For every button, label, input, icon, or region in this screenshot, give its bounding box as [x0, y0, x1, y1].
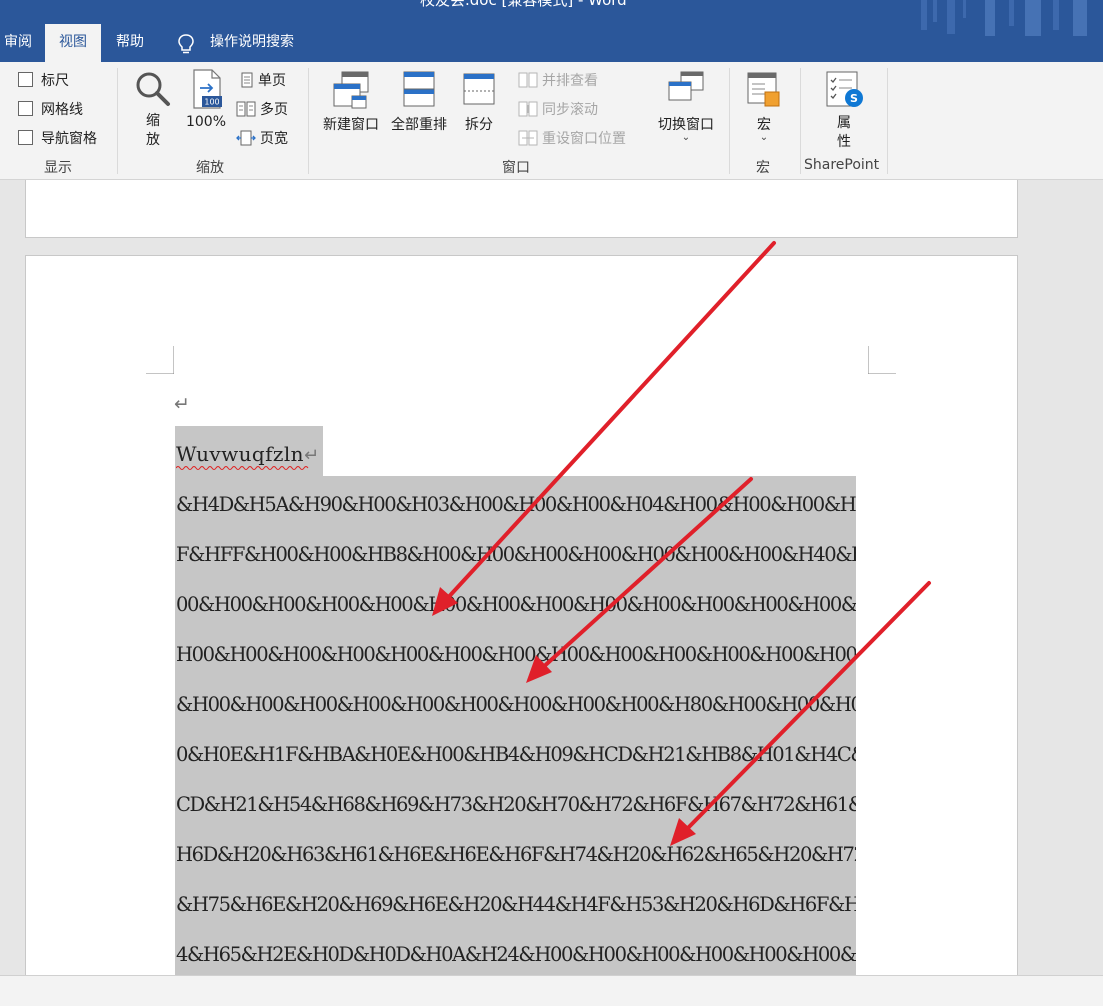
annotation-arrow [526, 477, 753, 683]
annotation-arrow [432, 241, 776, 616]
status-bar [0, 975, 1103, 1006]
annotation-arrows [432, 241, 931, 846]
annotation-arrow [670, 581, 931, 846]
